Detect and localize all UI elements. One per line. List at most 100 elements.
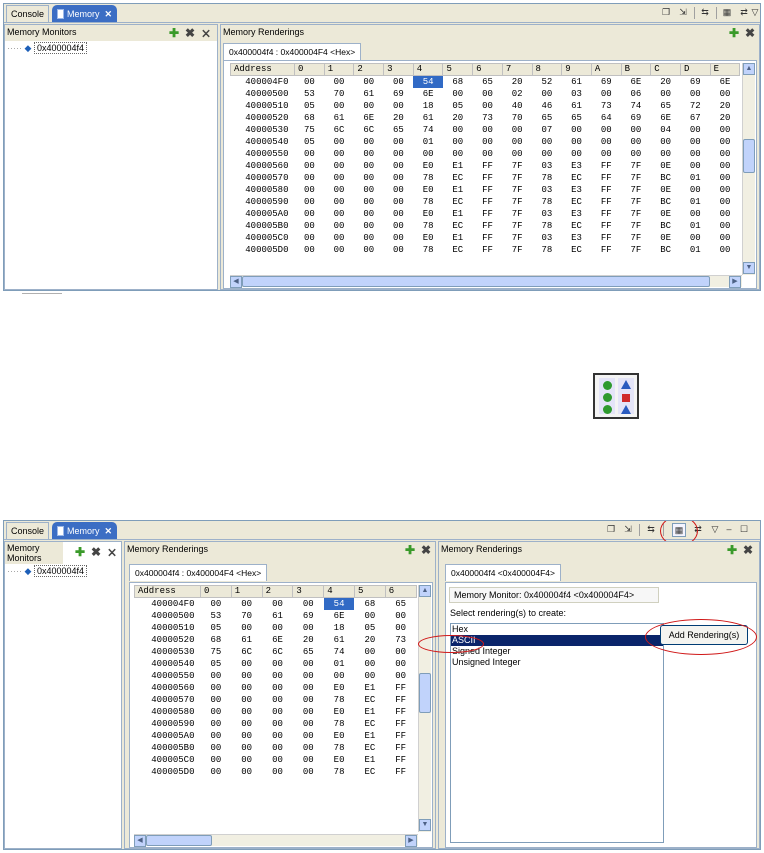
byte-cell[interactable]: 69 xyxy=(384,88,414,100)
address-cell[interactable]: 40000550 xyxy=(231,148,295,160)
scroll-left-icon[interactable]: ◀ xyxy=(230,276,242,288)
byte-cell[interactable]: 00 xyxy=(231,658,262,670)
byte-cell[interactable]: 00 xyxy=(201,682,232,694)
byte-cell[interactable]: 20 xyxy=(384,112,414,124)
address-cell[interactable]: 400005C0 xyxy=(135,754,201,766)
byte-cell[interactable]: 00 xyxy=(443,88,473,100)
byte-cell[interactable]: FF xyxy=(473,160,503,172)
byte-cell[interactable]: 68 xyxy=(443,76,473,89)
scroll-thumb-horizontal[interactable] xyxy=(242,276,710,287)
byte-cell[interactable]: 00 xyxy=(201,730,232,742)
byte-cell[interactable]: 78 xyxy=(413,196,443,208)
byte-cell[interactable]: 53 xyxy=(201,610,232,622)
rendering-option[interactable]: Signed Integer xyxy=(451,646,663,657)
byte-cell[interactable]: 61 xyxy=(324,634,355,646)
byte-cell[interactable]: 00 xyxy=(324,148,354,160)
rendering-type-list[interactable]: Hex ASCII Signed Integer Unsigned Integer xyxy=(450,623,664,843)
byte-cell[interactable]: 75 xyxy=(295,124,325,136)
byte-cell[interactable]: 00 xyxy=(354,100,384,112)
byte-cell[interactable]: E0 xyxy=(324,730,355,742)
column-header[interactable]: 0 xyxy=(200,585,232,598)
byte-cell[interactable]: 00 xyxy=(710,136,740,148)
remove-rendering-button[interactable]: ✖ xyxy=(745,27,755,39)
byte-cell[interactable]: FF xyxy=(385,742,416,754)
column-header[interactable]: 2 xyxy=(261,585,294,598)
byte-cell[interactable]: 00 xyxy=(384,136,414,148)
byte-cell[interactable]: 00 xyxy=(384,232,414,244)
byte-cell[interactable]: 00 xyxy=(231,754,262,766)
byte-cell[interactable]: 00 xyxy=(354,610,385,622)
byte-cell[interactable]: 00 xyxy=(384,196,414,208)
column-header[interactable]: 0 xyxy=(294,63,325,76)
byte-cell[interactable]: FF xyxy=(591,232,621,244)
byte-cell[interactable]: 00 xyxy=(680,160,710,172)
column-header[interactable]: 2 xyxy=(353,63,385,76)
byte-cell[interactable]: 00 xyxy=(651,88,681,100)
byte-cell[interactable]: 00 xyxy=(532,136,562,148)
byte-cell[interactable]: 00 xyxy=(293,730,324,742)
byte-cell[interactable]: 00 xyxy=(324,196,354,208)
byte-cell[interactable]: E3 xyxy=(562,160,592,172)
byte-cell[interactable]: EC xyxy=(562,196,592,208)
byte-cell[interactable]: FF xyxy=(385,754,416,766)
rendering-option[interactable]: Unsigned Integer xyxy=(451,657,663,668)
scroll-left-icon[interactable]: ◀ xyxy=(134,835,146,847)
byte-cell[interactable]: BC xyxy=(651,244,681,256)
byte-cell[interactable]: 00 xyxy=(680,148,710,160)
byte-cell[interactable]: 00 xyxy=(324,244,354,256)
byte-cell[interactable]: E1 xyxy=(354,754,385,766)
byte-cell[interactable]: 00 xyxy=(710,184,740,196)
byte-cell[interactable]: 46 xyxy=(532,100,562,112)
byte-cell[interactable]: 00 xyxy=(293,670,324,682)
column-header-address[interactable]: Address xyxy=(134,585,201,598)
byte-cell[interactable]: FF xyxy=(385,718,416,730)
byte-cell[interactable]: 00 xyxy=(201,706,232,718)
byte-cell[interactable]: 00 xyxy=(680,88,710,100)
byte-cell[interactable]: 00 xyxy=(680,124,710,136)
byte-cell[interactable]: 00 xyxy=(324,136,354,148)
scroll-up-icon[interactable]: ▲ xyxy=(743,63,755,75)
vertical-scrollbar[interactable]: ▲ ▼ xyxy=(742,63,755,275)
address-cell[interactable]: 40000580 xyxy=(135,706,201,718)
column-header[interactable]: 9 xyxy=(561,63,592,76)
byte-cell[interactable]: 00 xyxy=(324,76,354,89)
scroll-right-icon[interactable]: ▶ xyxy=(729,276,741,288)
byte-cell[interactable]: 18 xyxy=(324,622,355,634)
address-cell[interactable]: 40000530 xyxy=(231,124,295,136)
byte-cell[interactable]: 00 xyxy=(473,124,503,136)
rendering-option[interactable]: Hex xyxy=(451,624,663,635)
byte-cell[interactable]: 61 xyxy=(324,112,354,124)
byte-cell[interactable]: 00 xyxy=(201,694,232,706)
column-header[interactable]: 1 xyxy=(323,63,355,76)
byte-cell[interactable]: 20 xyxy=(651,76,681,89)
byte-cell[interactable]: 00 xyxy=(562,136,592,148)
byte-cell[interactable]: 00 xyxy=(532,88,562,100)
byte-cell[interactable]: FF xyxy=(473,220,503,232)
column-header[interactable]: 4 xyxy=(412,63,444,76)
byte-cell[interactable]: 0E xyxy=(651,208,681,220)
byte-cell[interactable]: 00 xyxy=(231,730,262,742)
byte-cell[interactable]: FF xyxy=(473,244,503,256)
byte-cell[interactable]: 6C xyxy=(262,646,293,658)
byte-cell[interactable]: 01 xyxy=(680,172,710,184)
byte-cell[interactable]: 68 xyxy=(201,634,232,646)
tab-memory[interactable]: Memory ✕ xyxy=(52,5,118,22)
scroll-right-icon[interactable]: ▶ xyxy=(405,835,417,847)
byte-cell[interactable]: 20 xyxy=(502,76,532,89)
byte-cell[interactable]: 7F xyxy=(502,172,532,184)
byte-cell[interactable]: E1 xyxy=(443,184,473,196)
address-cell[interactable]: 40000590 xyxy=(231,196,295,208)
byte-cell[interactable]: 78 xyxy=(324,718,355,730)
byte-cell[interactable]: 61 xyxy=(354,88,384,100)
byte-cell[interactable]: 70 xyxy=(502,112,532,124)
byte-cell[interactable]: 00 xyxy=(473,136,503,148)
byte-cell[interactable]: 00 xyxy=(473,148,503,160)
remove-rendering-button[interactable]: ✖ xyxy=(421,544,431,556)
byte-cell[interactable]: 00 xyxy=(231,766,262,778)
address-cell[interactable]: 40000510 xyxy=(135,622,201,634)
address-cell[interactable]: 400005B0 xyxy=(135,742,201,754)
byte-cell[interactable]: 00 xyxy=(295,76,325,89)
byte-cell[interactable]: 00 xyxy=(293,754,324,766)
byte-cell[interactable]: 61 xyxy=(562,76,592,89)
byte-cell[interactable]: 7F xyxy=(502,196,532,208)
